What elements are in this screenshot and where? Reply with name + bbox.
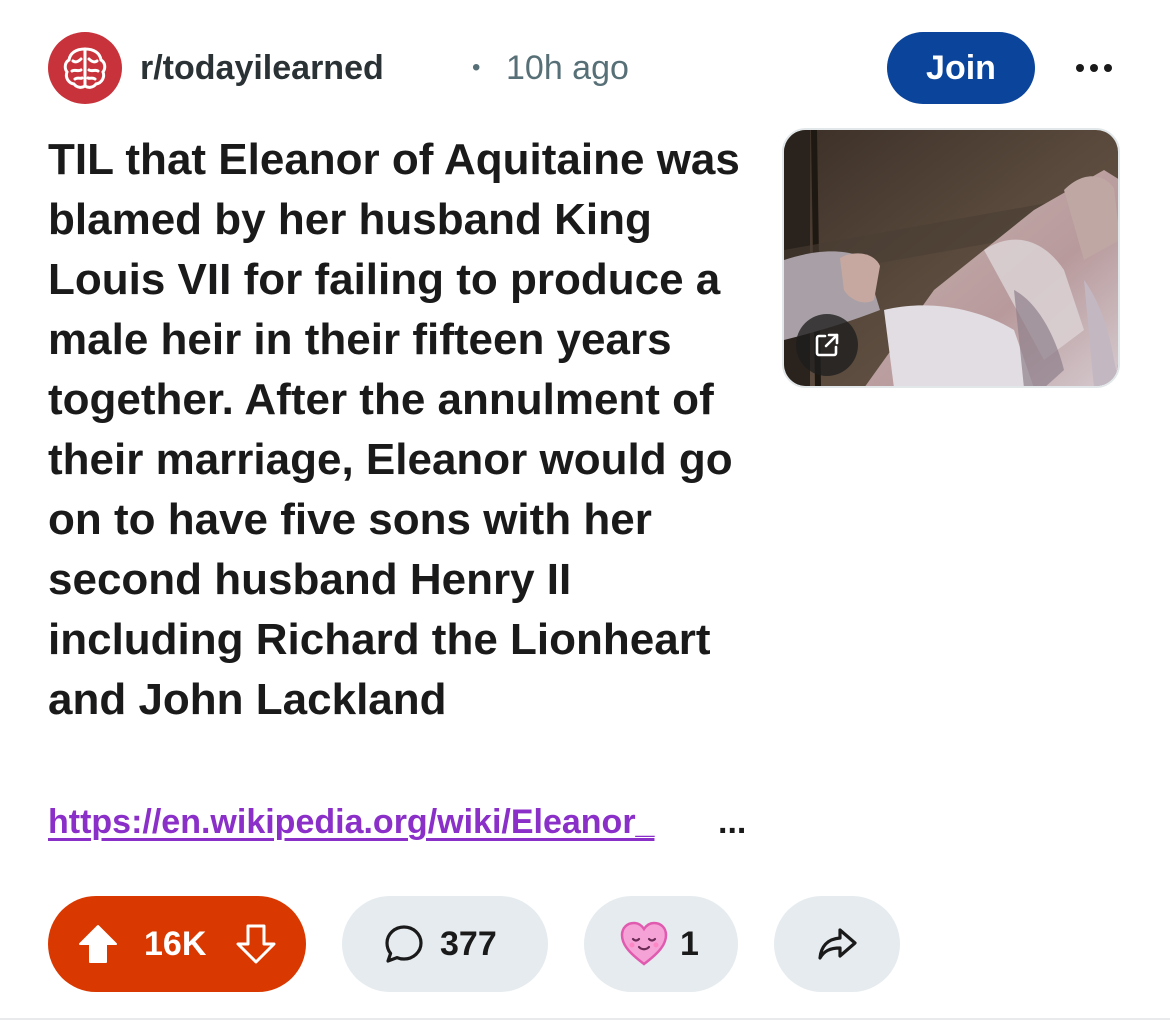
post-thumbnail[interactable] xyxy=(782,128,1120,388)
vote-pill: 16K xyxy=(48,896,306,992)
arrow-up-icon xyxy=(79,925,117,963)
comments-button[interactable]: 377 xyxy=(342,896,548,992)
external-link-icon xyxy=(815,333,839,357)
more-options-button[interactable] xyxy=(1066,50,1122,86)
vote-count: 16K xyxy=(144,925,207,963)
brain-icon xyxy=(63,47,107,89)
post-title[interactable]: TIL that Eleanor of Aquitaine was blamed… xyxy=(48,130,776,730)
more-dot-icon xyxy=(1076,64,1084,72)
link-ellipsis: ... xyxy=(718,803,747,841)
join-button[interactable]: Join xyxy=(887,32,1035,104)
post-link[interactable]: https://en.wikipedia.org/wiki/Eleanor_ xyxy=(48,800,654,844)
downvote-button[interactable] xyxy=(230,918,282,970)
action-bar: 16K 377 1 xyxy=(48,896,948,992)
post-header: r/todayilearned • 10h ago Join xyxy=(48,32,1122,104)
post-divider xyxy=(0,1018,1170,1020)
award-button[interactable]: 1 xyxy=(584,896,738,992)
external-link-badge xyxy=(796,314,858,376)
heart-award-icon xyxy=(620,921,668,966)
meta-separator: • xyxy=(472,54,481,81)
share-icon-wrap xyxy=(811,918,863,970)
award-count: 1 xyxy=(680,925,699,963)
share-arrow-icon xyxy=(818,928,857,960)
comment-icon-wrap xyxy=(378,918,430,970)
subreddit-avatar[interactable] xyxy=(48,32,122,104)
upvote-button[interactable] xyxy=(72,918,124,970)
comment-count: 377 xyxy=(440,925,497,963)
arrow-down-icon xyxy=(236,924,276,964)
speech-bubble-icon xyxy=(385,925,423,963)
share-button[interactable] xyxy=(774,896,900,992)
award-icon-wrap xyxy=(618,918,670,970)
more-dot-icon xyxy=(1104,64,1112,72)
subreddit-name[interactable]: r/todayilearned xyxy=(140,48,384,88)
post-timestamp: 10h ago xyxy=(506,49,629,87)
more-dot-icon xyxy=(1090,64,1098,72)
